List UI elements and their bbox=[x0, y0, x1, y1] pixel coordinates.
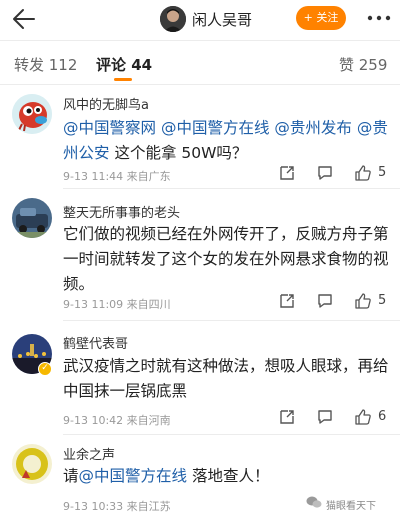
reply-icon[interactable] bbox=[316, 164, 334, 182]
commenter-name[interactable]: 业余之声 bbox=[63, 444, 115, 463]
comment-text: 请@中国警方在线 落地查人！ bbox=[63, 467, 270, 485]
like-thumb-icon[interactable] bbox=[354, 408, 372, 426]
like-thumb-icon[interactable] bbox=[354, 164, 372, 182]
mention-link[interactable]: @中国警方在线 bbox=[161, 119, 270, 137]
author-name[interactable]: 闲人吴哥 bbox=[192, 9, 252, 30]
reply-icon[interactable] bbox=[316, 408, 334, 426]
mention-link[interactable]: @贵州发布 bbox=[274, 119, 352, 137]
watermark: 猫眼看天下 bbox=[326, 501, 376, 512]
commenter-avatar[interactable] bbox=[12, 94, 52, 134]
commenter-name[interactable]: 整天无所事事的老头 bbox=[63, 202, 180, 221]
tab-bar: 转发 112 评论 44 赞 259 bbox=[0, 44, 400, 84]
top-divider bbox=[0, 40, 400, 41]
comment-item: 风中的无脚鸟a @中国警察网 @中国警方在线 @贵州发布 @贵州公安 这个能拿 … bbox=[0, 84, 400, 196]
comment-item: 整天无所事事的老头 它们做的视频已经在外网传开了，反贼方舟子第一时间就转发了这个… bbox=[0, 190, 400, 315]
comment-text: 武汉疫情之时就有这种做法，想吸人眼球，再给中国抹一层锅底黑 bbox=[63, 357, 389, 400]
commenter-name[interactable]: 鹤壁代表哥 bbox=[63, 333, 128, 352]
comment-meta: 9-13 10:33 来自江苏 bbox=[63, 500, 171, 513]
back-arrow-icon[interactable] bbox=[8, 5, 40, 33]
like-thumb-icon[interactable] bbox=[354, 292, 372, 310]
comment-actions: 5 bbox=[0, 292, 400, 312]
verified-badge-icon: ✓ bbox=[38, 362, 52, 376]
follow-button[interactable]: + 关注 bbox=[296, 6, 346, 30]
wechat-logo-icon bbox=[306, 494, 322, 508]
tab-comments[interactable]: 评论 44 bbox=[96, 54, 152, 75]
active-tab-indicator bbox=[114, 78, 132, 81]
author-avatar[interactable] bbox=[160, 6, 186, 32]
share-icon[interactable] bbox=[278, 164, 296, 182]
like-count: 6 bbox=[378, 409, 387, 424]
share-icon[interactable] bbox=[278, 292, 296, 310]
comment-text: @中国警察网 @中国警方在线 @贵州发布 @贵州公安 这个能拿 50W吗？ bbox=[63, 119, 388, 162]
commenter-avatar[interactable] bbox=[12, 198, 52, 238]
comment-actions: 5 bbox=[0, 164, 400, 184]
comment-actions: 6 bbox=[0, 408, 400, 428]
commenter-name[interactable]: 风中的无脚鸟a bbox=[63, 94, 149, 113]
commenter-avatar[interactable] bbox=[12, 444, 52, 484]
like-count: 5 bbox=[378, 293, 387, 308]
comment-divider bbox=[63, 320, 400, 321]
comment-divider bbox=[63, 188, 400, 189]
like-count: 5 bbox=[378, 165, 387, 180]
comment-divider bbox=[63, 434, 400, 435]
comment-item: ✓ 鹤壁代表哥 武汉疫情之时就有这种做法，想吸人眼球，再给中国抹一层锅底黑 9-… bbox=[0, 322, 400, 432]
share-icon[interactable] bbox=[278, 408, 296, 426]
more-options-icon[interactable] bbox=[364, 8, 394, 28]
reply-icon[interactable] bbox=[316, 292, 334, 310]
comment-text: 它们做的视频已经在外网传开了，反贼方舟子第一时间就转发了这个女的发在外网悬求食物… bbox=[63, 225, 389, 293]
tab-likes[interactable]: 赞 259 bbox=[339, 54, 387, 75]
tab-reposts[interactable]: 转发 112 bbox=[14, 54, 77, 75]
top-bar: 闲人吴哥 + 关注 bbox=[0, 0, 400, 38]
mention-link[interactable]: @中国警方在线 bbox=[79, 467, 188, 485]
mention-link[interactable]: @中国警察网 bbox=[63, 119, 156, 137]
